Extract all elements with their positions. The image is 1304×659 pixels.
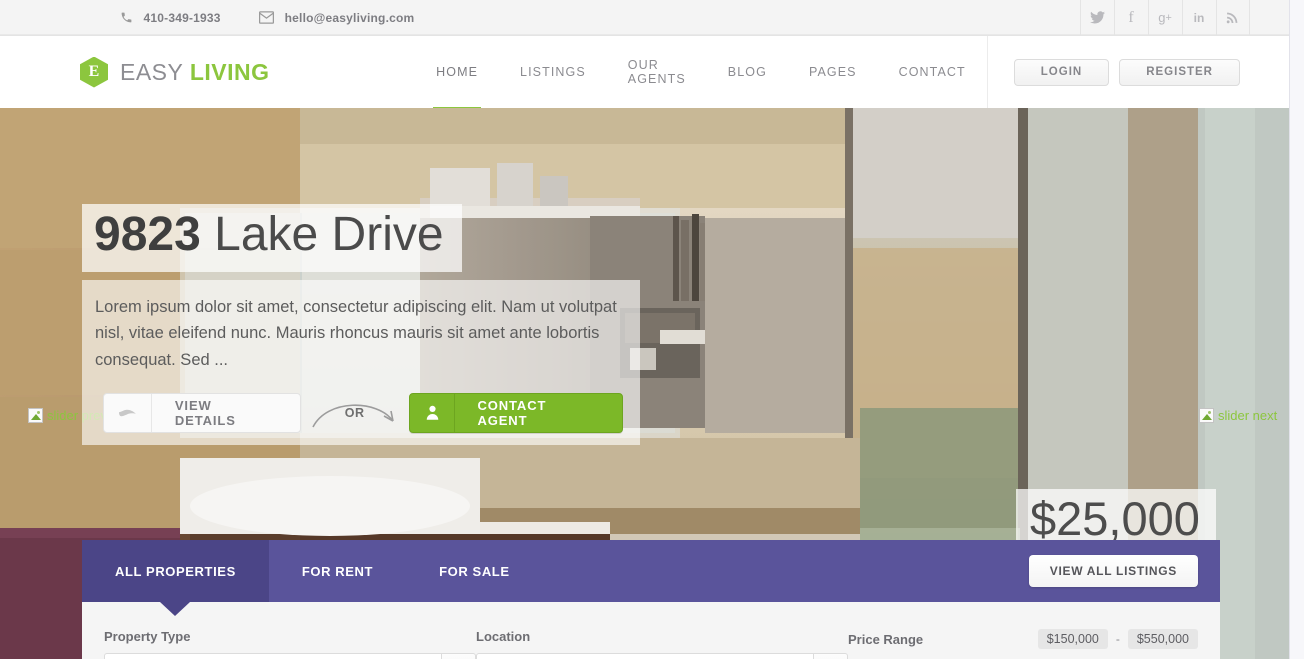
page-scrollbar[interactable] [1289,0,1304,659]
property-type-input[interactable] [104,653,442,659]
tab-all-properties[interactable]: ALL PROPERTIES [82,540,269,602]
property-type-dropdown-button[interactable] [442,653,476,659]
broken-image-icon [28,408,43,423]
email-contact[interactable]: hello@easyliving.com [258,10,415,25]
linkedin-icon[interactable]: in [1181,0,1216,36]
slider-next-label: slider next [1218,408,1278,423]
nav-item-pages[interactable]: PAGES [788,36,878,108]
social-links: f g + in [1079,0,1250,36]
logo-letter: E [88,63,100,80]
price-range-label: Price Range [848,631,924,647]
nav-item-listings[interactable]: LISTINGS [499,36,607,108]
location-label: Location [476,629,531,644]
property-type-select[interactable] [104,653,476,659]
person-icon [410,393,456,432]
hero-title-number: 9823 [94,208,201,261]
envelope-icon [258,11,274,24]
price-range-values: $150,000 - $550,000 [1037,629,1198,649]
nav-item-contact[interactable]: CONTACT [878,36,987,108]
phone-contact[interactable]: 410-349-1933 [120,11,221,25]
property-type-label: Property Type [104,629,191,644]
page-title: 9823 Lake Drive [94,207,444,264]
rss-icon[interactable] [1215,0,1250,36]
googleplus-icon[interactable]: g + [1147,0,1182,36]
tab-for-sale[interactable]: FOR SALE [406,540,543,602]
page-viewport: 410-349-1933 hello@easyliving.com f g + i… [0,0,1289,659]
hero-cta-row: VIEW DETAILS OR CONTACT AGENT [95,392,623,433]
contact-agent-label: CONTACT AGENT [477,397,547,428]
scrollbar-thumb[interactable] [1292,0,1303,150]
top-bar: 410-349-1933 hello@easyliving.com f g + i… [0,0,1289,36]
property-search-widget: ALL PROPERTIES FOR RENT FOR SALE VIEW AL… [82,540,1220,659]
property-price: $25,000 [1030,492,1200,545]
property-type-group: Property Type [104,629,476,659]
price-range-group: Price Range $150,000 - $550,000 [848,629,1198,659]
hero-content: 9823 Lake Drive Lorem ipsum dolor sit am… [82,204,642,445]
phone-number: 410-349-1933 [143,10,221,25]
auth-buttons: LOGIN REGISTER [986,36,1240,108]
location-select[interactable] [476,653,848,659]
nav-item-our-agents[interactable]: OUR AGENTS [607,36,707,108]
hero-title-street: Lake Drive [200,208,444,261]
login-button[interactable]: LOGIN [1013,58,1110,86]
broken-image-icon [1199,408,1214,423]
nav-item-home[interactable]: HOME [415,36,499,112]
brand-name: EASY LIVING [120,59,270,86]
nav-item-blog[interactable]: BLOG [707,36,788,108]
hero-description: Lorem ipsum dolor sit amet, consectetur … [95,297,617,370]
brand-name-second: LIVING [189,58,270,85]
search-tabs: ALL PROPERTIES FOR RENT FOR SALE VIEW AL… [82,540,1220,602]
or-separator: OR [301,393,409,433]
hero-description-panel: Lorem ipsum dolor sit amet, consectetur … [82,279,640,445]
search-form: Property Type Location Price Range $150,… [82,602,1220,659]
price-range-header: Price Range $150,000 - $550,000 [848,629,1198,649]
location-dropdown-button[interactable] [814,653,848,659]
tab-for-rent[interactable]: FOR RENT [269,540,406,602]
contact-agent-button[interactable]: CONTACT AGENT [408,392,623,433]
hero-title-panel: 9823 Lake Drive [82,204,462,272]
facebook-icon[interactable]: f [1113,0,1148,36]
view-all-listings-button[interactable]: VIEW ALL LISTINGS [1028,555,1198,587]
or-label: OR [344,405,365,420]
location-group: Location [476,629,848,659]
phone-icon [120,11,133,24]
site-header: E EASY LIVING HOME LISTINGS OUR AGENTS B… [0,36,1289,112]
view-details-label: VIEW DETAILS [174,397,236,428]
price-range-dash: - [1115,632,1120,646]
brand-name-first: EASY [120,58,183,85]
slider-next-button[interactable]: slider next [1199,408,1277,423]
tag-icon [104,393,152,432]
email-address: hello@easyliving.com [284,10,415,25]
brand-logo[interactable]: E EASY LIVING [80,56,395,88]
main-navigation: HOME LISTINGS OUR AGENTS BLOG PAGES CONT… [415,36,987,112]
location-input[interactable] [476,653,814,659]
twitter-icon[interactable] [1079,0,1114,36]
register-button[interactable]: REGISTER [1119,58,1240,86]
hexagon-logo-icon: E [80,56,108,88]
price-min-value[interactable]: $150,000 [1037,629,1108,649]
price-max-value[interactable]: $550,000 [1127,629,1198,649]
view-details-button[interactable]: VIEW DETAILS [103,392,301,433]
